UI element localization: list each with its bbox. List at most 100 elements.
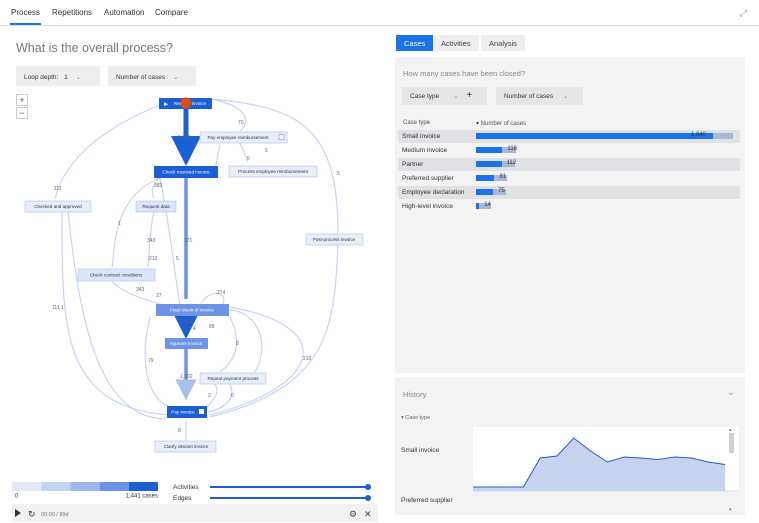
replay-icon[interactable]: ↻ — [28, 510, 36, 520]
legend-swatch — [41, 482, 71, 491]
legend-min: 0 — [15, 494, 19, 500]
legend-swatch — [70, 482, 100, 491]
case-type-label: Partner — [402, 161, 424, 168]
svg-text:Check received invoice: Check received invoice — [162, 170, 210, 175]
node-clarify-deviant-invoice[interactable]: Clarify deviant invoice — [154, 440, 217, 453]
cases-table-header: Case type ▾ Number of cases — [403, 120, 738, 127]
tab-repetitions[interactable]: Repetitions — [52, 8, 92, 17]
table-row[interactable]: Medium invoice 116 — [398, 144, 740, 157]
legend-swatch — [12, 482, 42, 491]
node-final-check-of-invoice[interactable]: Final check of invoice — [156, 304, 229, 316]
edge-label: 27 — [156, 293, 162, 299]
time-display: 00:00 / 99d — [41, 512, 69, 518]
node-receive-invoice[interactable]: Receive invoice ▶ — [159, 97, 212, 110]
node-check-received-invoice[interactable]: Check received invoice — [154, 166, 218, 178]
cases-panel: How many cases have been closed? Case ty… — [395, 57, 745, 373]
node-process-employee-reimbursement[interactable]: Process employee reimbursement — [228, 165, 318, 178]
svg-text:Check contract conditions: Check contract conditions — [90, 273, 143, 278]
edge-label: 343 — [147, 238, 156, 244]
edge-label: 1,302 — [180, 319, 193, 325]
legend-max: 1,441 cases — [126, 494, 158, 500]
play-icon: ▶ — [164, 102, 168, 108]
edge-label: 1,303 — [178, 135, 191, 141]
node-pay-invoice[interactable]: Pay invoice — [167, 406, 207, 418]
edge-label: 2 — [208, 393, 211, 399]
chevron-down-icon[interactable]: ⌄ — [727, 387, 735, 398]
expand-icon[interactable]: ⤢ — [740, 8, 747, 19]
activities-slider-handle[interactable] — [365, 484, 371, 490]
case-count-value: 14 — [484, 202, 491, 208]
table-row[interactable]: Employee declaration 75 — [398, 186, 740, 199]
edge-label: 212 — [149, 256, 158, 262]
case-count-bar — [476, 147, 503, 153]
node-post-process-invoice[interactable]: Post-process invoice — [305, 233, 364, 246]
edge-label: 111 1 — [52, 305, 64, 311]
edge-label: 5 — [176, 256, 179, 262]
details-pane: Cases Activities Analysis How many cases… — [395, 27, 747, 523]
case-type-dropdown[interactable]: Case type ⌄ + — [402, 87, 487, 105]
cases-metric-dropdown[interactable]: Number of cases ⌄ — [496, 87, 583, 105]
case-count-value: 1,040 — [691, 132, 707, 138]
legend-swatch — [99, 482, 129, 491]
svg-text:Repeat payment process: Repeat payment process — [207, 376, 259, 381]
process-pane: What is the overall process? Loop depth:… — [0, 27, 388, 523]
node-repeat-payment-process[interactable]: Repeat payment process — [199, 372, 267, 385]
tab-compare[interactable]: Compare — [155, 8, 188, 17]
svg-text:Pay invoice: Pay invoice — [171, 410, 195, 415]
case-type-label: Small invoice — [402, 133, 441, 140]
scroll-down-icon[interactable]: ▾ — [729, 507, 732, 513]
node-request-data[interactable]: Request data — [135, 200, 177, 213]
node-checked-and-approved[interactable]: Checked and approved — [24, 200, 92, 213]
edge-label: 274 — [217, 290, 226, 296]
svg-text:Checked and approved: Checked and approved — [34, 204, 82, 209]
table-row[interactable]: Partner 112 — [398, 158, 740, 171]
checkbox-icon — [278, 134, 285, 140]
case-count-value: 81 — [499, 174, 507, 180]
gear-icon[interactable]: ⚙ — [349, 510, 357, 520]
add-icon[interactable]: + — [466, 90, 472, 101]
history-chart: ▾ ▴ — [473, 427, 739, 513]
history-scrollbar[interactable] — [729, 433, 734, 453]
close-icon[interactable]: ✕ — [364, 510, 372, 520]
svg-text:Clarify deviant invoice: Clarify deviant invoice — [164, 444, 209, 449]
edge-label: 70 — [238, 120, 244, 126]
tab-activities[interactable]: Activities — [433, 35, 479, 51]
tab-process[interactable]: Process — [10, 8, 41, 25]
case-count-bar — [476, 175, 495, 181]
table-row[interactable]: High-level invoice 14 — [398, 200, 740, 213]
edge-label: 343 — [136, 287, 145, 293]
edge-label: 89 — [209, 324, 215, 330]
node-pay-employee-reimbursement[interactable]: Pay employee reimbursement — [199, 131, 288, 144]
token-marker — [180, 97, 192, 109]
checkbox-icon — [199, 409, 204, 414]
table-row[interactable]: Preferred supplier 81 — [398, 172, 740, 185]
svg-text:Process employee reimbursement: Process employee reimbursement — [238, 169, 308, 174]
tab-cases[interactable]: Cases — [396, 35, 434, 51]
edge-label: 8 — [178, 428, 181, 434]
tab-automation[interactable]: Automation — [104, 8, 144, 17]
chevron-down-icon: ⌄ — [453, 93, 459, 100]
node-approve-invoice[interactable]: Approve invoice — [165, 338, 208, 349]
frequency-legend — [12, 482, 158, 491]
edge-label: 6 — [231, 393, 234, 399]
case-type-label: Medium invoice — [402, 147, 448, 154]
edge-label: 8 — [236, 341, 239, 347]
tab-analysis[interactable]: Analysis — [481, 35, 525, 51]
case-count-value: 75 — [498, 188, 505, 194]
table-row[interactable]: Small invoice 1,040 — [398, 130, 740, 143]
edge-label: 383 — [154, 183, 163, 189]
edge-label: 4 — [193, 326, 196, 332]
case-type-label: Preferred supplier — [402, 175, 454, 182]
edge-label: 5 — [337, 171, 340, 177]
node-check-contract-conditions[interactable]: Check contract conditions — [77, 268, 156, 282]
cases-question: How many cases have been closed? — [403, 69, 526, 78]
edges-slider-handle[interactable] — [365, 495, 371, 501]
col-number-of-cases[interactable]: ▾ Number of cases — [476, 120, 526, 127]
svg-text:Post-process invoice: Post-process invoice — [313, 237, 356, 242]
legend-swatch — [128, 482, 158, 491]
history-case-type-label[interactable]: ▾ Case type — [401, 415, 430, 421]
bar-shadow — [713, 133, 733, 139]
activities-label: Activities — [173, 484, 199, 491]
case-count-bar — [476, 203, 480, 209]
history-row-label: Small invoice — [401, 447, 440, 454]
